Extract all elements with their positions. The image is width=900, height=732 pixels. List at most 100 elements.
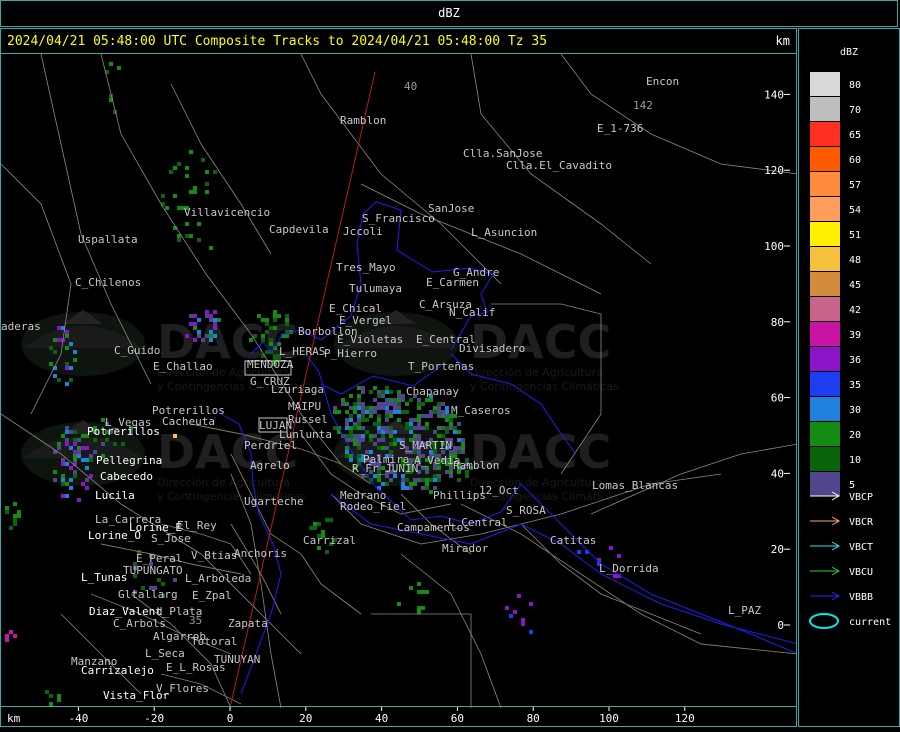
dbz-legend-canvas: dBZ 80 70 65 60 57 54 51 48 45 42 39 36 35 30 20 10 5VBCP… xyxy=(809,47,891,629)
radar-pixel xyxy=(81,458,85,462)
legend-swatch xyxy=(810,272,840,296)
radar-pixel xyxy=(193,322,197,326)
radar-pixel xyxy=(353,426,357,430)
radar-pixel xyxy=(209,330,213,334)
radar-pixel xyxy=(93,438,97,442)
radar-pixel xyxy=(313,522,317,526)
radar-pixel xyxy=(373,398,377,402)
x-tick-label: 100 xyxy=(599,712,619,725)
radar-pixel xyxy=(417,422,421,426)
radar-pixel xyxy=(397,406,401,410)
radar-pixel xyxy=(45,690,49,694)
radar-pixel xyxy=(85,446,89,450)
radar-pixel xyxy=(357,406,361,410)
radar-pixel xyxy=(401,394,405,398)
radar-pixel xyxy=(437,410,441,414)
place-label: Tres_Mayo xyxy=(336,261,396,274)
radar-pixel xyxy=(173,194,177,198)
radar-pixel xyxy=(437,474,441,478)
radar-pixel xyxy=(213,326,217,330)
road-line xyxy=(300,553,362,615)
radar-map[interactable]: DACC Dirección de Agricultura y Contingenc… xyxy=(0,54,797,708)
watermark-line-1: Dirección de Agricultura xyxy=(470,366,603,379)
radar-pixel xyxy=(185,166,189,170)
radar-pixel xyxy=(57,698,61,702)
radar-pixel xyxy=(425,422,429,426)
radar-pixel xyxy=(185,174,189,178)
radar-pixel xyxy=(189,322,193,326)
x-axis-unit: km xyxy=(7,712,21,725)
header-bar: dBZ xyxy=(0,0,898,27)
radar-pixel xyxy=(377,430,381,434)
radar-pixel xyxy=(409,486,413,490)
radar-pixel xyxy=(421,486,425,490)
radar-pixel xyxy=(109,62,113,66)
place-label: Uspallata xyxy=(78,233,138,246)
legend-value: 42 xyxy=(849,305,861,316)
radar-pixel xyxy=(385,414,389,418)
radar-pixel xyxy=(385,390,389,394)
radar-pixel xyxy=(89,454,93,458)
radar-pixel xyxy=(421,414,425,418)
legend-value: 10 xyxy=(849,455,861,466)
legend-swatch xyxy=(810,247,840,271)
place-label: Carrizalejo xyxy=(81,664,154,677)
radar-pixel xyxy=(389,430,393,434)
radar-pixel xyxy=(53,374,57,378)
radar-pixel xyxy=(369,414,373,418)
y-tick-label: 60 xyxy=(771,392,784,405)
radar-pixel xyxy=(433,474,437,478)
radar-pixel xyxy=(377,390,381,394)
radar-pixel xyxy=(65,362,69,366)
x-tick-label: 80 xyxy=(527,712,540,725)
radar-pixel xyxy=(353,442,357,446)
boundary-line xyxy=(330,493,796,644)
radar-pixel xyxy=(389,410,393,414)
radar-pixel xyxy=(389,402,393,406)
radar-pixel xyxy=(73,358,77,362)
place-label: Lzuriaga xyxy=(271,383,324,396)
radar-pixel xyxy=(441,426,445,430)
radar-pixel xyxy=(385,398,389,402)
radar-pixel xyxy=(69,466,73,470)
radar-pixel xyxy=(317,522,321,526)
legend-swatch xyxy=(810,397,840,421)
legend-title: dBZ xyxy=(840,47,858,58)
radar-pixel xyxy=(189,190,193,194)
radar-pixel xyxy=(169,170,173,174)
radar-pixel xyxy=(385,418,389,422)
radar-pixel xyxy=(401,478,405,482)
radar-pixel xyxy=(457,478,461,482)
radar-pixel xyxy=(193,190,197,194)
radar-pixel xyxy=(445,414,449,418)
radar-pixel xyxy=(381,430,385,434)
y-axis: 140 120 100 80 60 40 20 0 xyxy=(764,88,790,632)
legend-swatch xyxy=(810,447,840,471)
radar-pixel xyxy=(417,478,421,482)
radar-pixel xyxy=(437,406,441,410)
radar-pixel xyxy=(57,326,61,330)
radar-pixel xyxy=(445,406,449,410)
radar-pixel xyxy=(73,474,77,478)
radar-pixel xyxy=(449,422,453,426)
radar-pixel xyxy=(61,482,65,486)
radar-pixel xyxy=(381,482,385,486)
radar-pixel xyxy=(445,430,449,434)
radar-pixel xyxy=(353,438,357,442)
radar-pixel xyxy=(5,638,9,642)
radar-pixel xyxy=(209,334,213,338)
radar-pixel xyxy=(373,410,377,414)
radar-pixel xyxy=(381,402,385,406)
radar-pixel xyxy=(393,398,397,402)
radar-pixel xyxy=(425,590,429,594)
radar-pixel xyxy=(413,418,417,422)
radar-pixel xyxy=(361,386,365,390)
radar-pixel xyxy=(457,430,461,434)
radar-pixel xyxy=(61,474,65,478)
radar-map-canvas[interactable]: DACCDirección de Agriculturay Contingenc… xyxy=(1,54,797,708)
radar-pixel xyxy=(349,434,353,438)
x-tick-label: -20 xyxy=(144,712,164,725)
radar-pixel xyxy=(177,238,181,242)
radar-pixel xyxy=(433,406,437,410)
place-label: Totoral xyxy=(191,635,237,648)
